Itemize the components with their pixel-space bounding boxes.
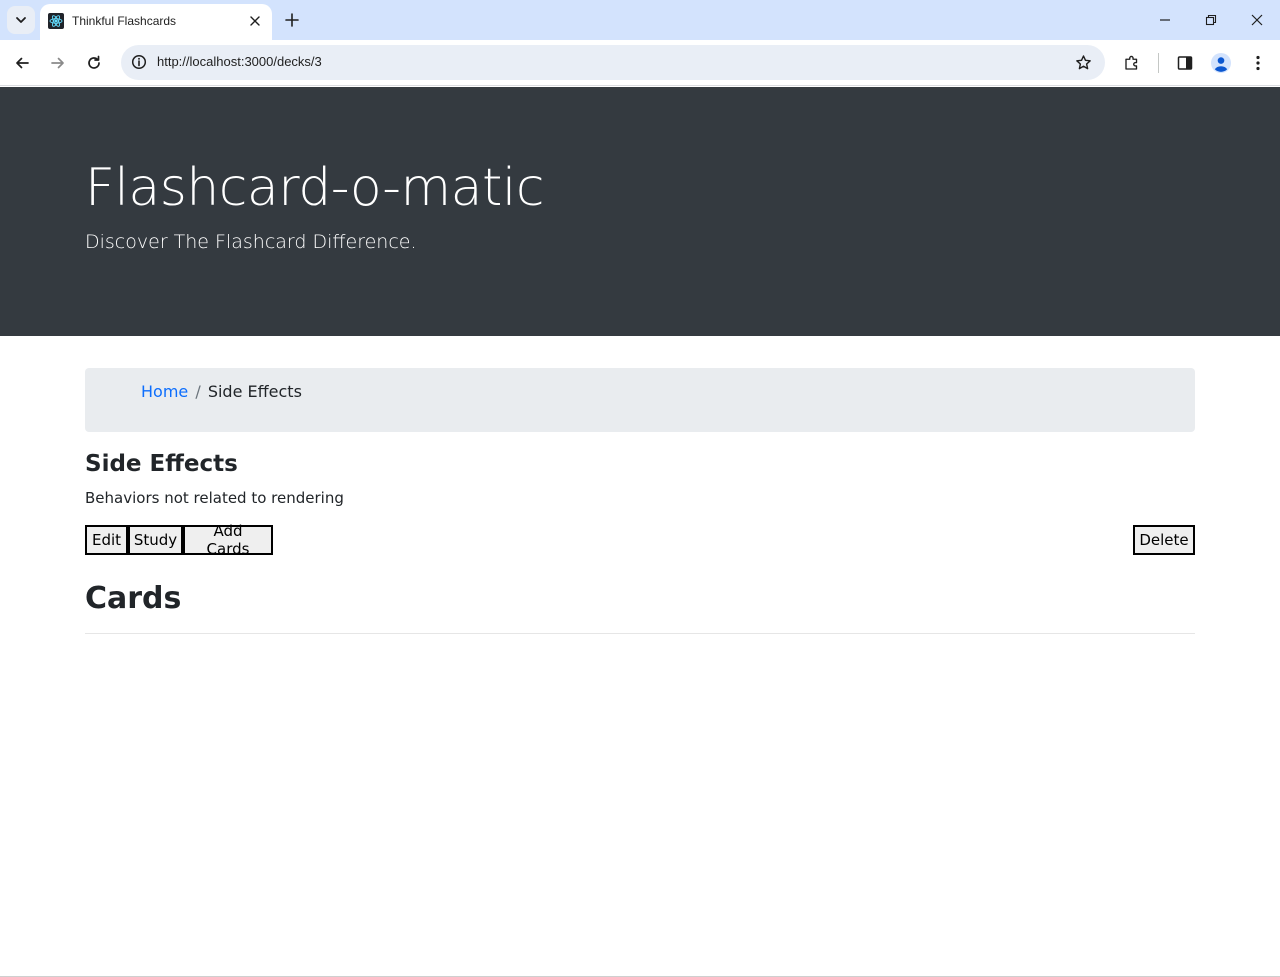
profile-icon (1211, 53, 1231, 73)
browser-menu-button[interactable] (1244, 49, 1272, 77)
browser-tab-active[interactable]: Thinkful Flashcards (40, 4, 272, 40)
cards-heading: Cards (85, 581, 182, 616)
header-jumbotron: Flashcard-o-matic Discover The Flashcard… (0, 87, 1280, 336)
deck-title: Side Effects (85, 451, 238, 477)
cards-divider (85, 633, 1195, 634)
new-tab-button[interactable] (282, 10, 302, 30)
deck-description: Behaviors not related to rendering (85, 489, 344, 507)
info-icon (131, 54, 147, 70)
react-icon (48, 13, 64, 29)
tab-title: Thinkful Flashcards (72, 14, 177, 28)
kebab-menu-icon (1256, 55, 1260, 71)
restore-button[interactable] (1188, 0, 1234, 40)
delete-deck-button[interactable]: Delete (1133, 525, 1195, 555)
browser-toolbar: http://localhost:3000/decks/3 (0, 40, 1280, 86)
back-button[interactable] (8, 49, 36, 77)
forward-button[interactable] (44, 49, 72, 77)
breadcrumb-separator: / (195, 382, 201, 401)
side-panel-button[interactable] (1171, 49, 1199, 77)
add-cards-button[interactable]: Add Cards (183, 522, 273, 558)
close-window-button[interactable] (1234, 0, 1280, 40)
close-icon (1251, 14, 1263, 26)
address-bar[interactable]: http://localhost:3000/decks/3 (121, 45, 1105, 80)
minimize-icon (1160, 19, 1170, 21)
study-deck-button[interactable]: Study (128, 525, 183, 555)
arrow-right-icon (51, 57, 64, 69)
side-panel-icon (1177, 56, 1193, 70)
browser-tabstrip: Thinkful Flashcards (0, 0, 1280, 40)
restore-icon (1205, 14, 1217, 26)
arrow-left-icon (16, 57, 29, 69)
profile-button[interactable] (1207, 49, 1235, 77)
breadcrumb: Home / Side Effects (85, 368, 1195, 432)
tab-close-button[interactable] (246, 12, 264, 30)
close-icon (250, 16, 260, 26)
app-title: Flashcard-o-matic (85, 158, 544, 218)
chevron-down-icon (16, 17, 26, 23)
breadcrumb-current: Side Effects (207, 382, 302, 401)
plus-icon (285, 13, 299, 27)
toolbar-separator (1158, 53, 1159, 73)
app-tagline: Discover The Flashcard Difference. (85, 231, 417, 253)
url-text[interactable]: http://localhost:3000/decks/3 (157, 54, 322, 70)
puzzle-icon (1125, 55, 1138, 70)
breadcrumb-home-link[interactable]: Home (141, 382, 188, 401)
reload-icon (88, 55, 100, 69)
extensions-button[interactable] (1118, 49, 1146, 77)
site-info-button[interactable] (129, 52, 149, 72)
bookmark-button[interactable] (1073, 52, 1093, 72)
reload-button[interactable] (80, 49, 108, 77)
star-icon (1075, 54, 1091, 69)
minimize-button[interactable] (1142, 0, 1188, 40)
tab-search-button[interactable] (7, 6, 35, 34)
edit-deck-button[interactable]: Edit (85, 525, 128, 555)
